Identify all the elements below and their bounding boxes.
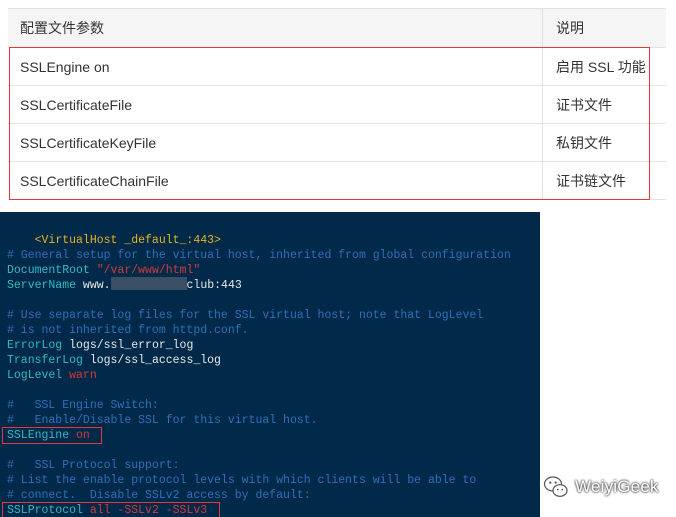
servername-suffix: club:443 (186, 279, 242, 292)
code-comment: # General setup for the virtual host, in… (7, 249, 511, 262)
redacted-blur (110, 277, 187, 291)
sslprotocol-highlight-box (2, 502, 220, 517)
table-highlight-box (9, 47, 650, 200)
watermark-text: WeiyiGeek (575, 477, 659, 496)
documentroot-value: "/var/www/html" (96, 264, 201, 277)
directive-errorlog: ErrorLog (7, 339, 63, 352)
code-line: ErrorLog logs/ssl_error_log (7, 338, 193, 353)
directive-documentroot: DocumentRoot (7, 264, 90, 277)
servername-prefix: www. (82, 279, 111, 292)
code-line: LogLevel warn (7, 368, 97, 383)
errorlog-value: logs/ssl_error_log (69, 339, 194, 352)
wechat-icon (543, 476, 568, 497)
watermark: WeiyiGeek (543, 474, 659, 500)
code-comment: # SSL Protocol support: (7, 459, 180, 472)
code-comment: # connect. Disable SSLv2 access by defau… (7, 489, 311, 502)
loglevel-value: warn (69, 369, 97, 382)
code-line: ServerName www. club:443 (7, 277, 242, 293)
directive-loglevel: LogLevel (7, 369, 63, 382)
directive-servername: ServerName (7, 279, 77, 292)
code-line: DocumentRoot "/var/www/html" (7, 263, 200, 278)
code-line: TransferLog logs/ssl_access_log (7, 353, 221, 368)
directive-transferlog: TransferLog (7, 354, 83, 367)
config-terminal: <VirtualHost _default_:443> # General se… (0, 212, 540, 517)
code-line: <VirtualHost _default_:443> (7, 218, 221, 247)
code-comment: # is not inherited from httpd.conf. (7, 324, 249, 337)
header-param: 配置文件参数 (8, 8, 543, 48)
sslengine-highlight-box (2, 427, 102, 444)
code-comment: # List the enable protocol levels with w… (7, 474, 477, 487)
header-desc: 说明 (542, 8, 666, 48)
code-comment: # Use separate log files for the SSL vir… (7, 309, 484, 322)
code-comment: # Enable/Disable SSL for this virtual ho… (7, 414, 318, 427)
transferlog-value: logs/ssl_access_log (89, 354, 221, 367)
code-comment: # SSL Engine Switch: (7, 399, 159, 412)
vhost-open-tag: <VirtualHost _default_:443> (34, 234, 221, 247)
table-header-row: 配置文件参数 说明 (8, 8, 666, 48)
